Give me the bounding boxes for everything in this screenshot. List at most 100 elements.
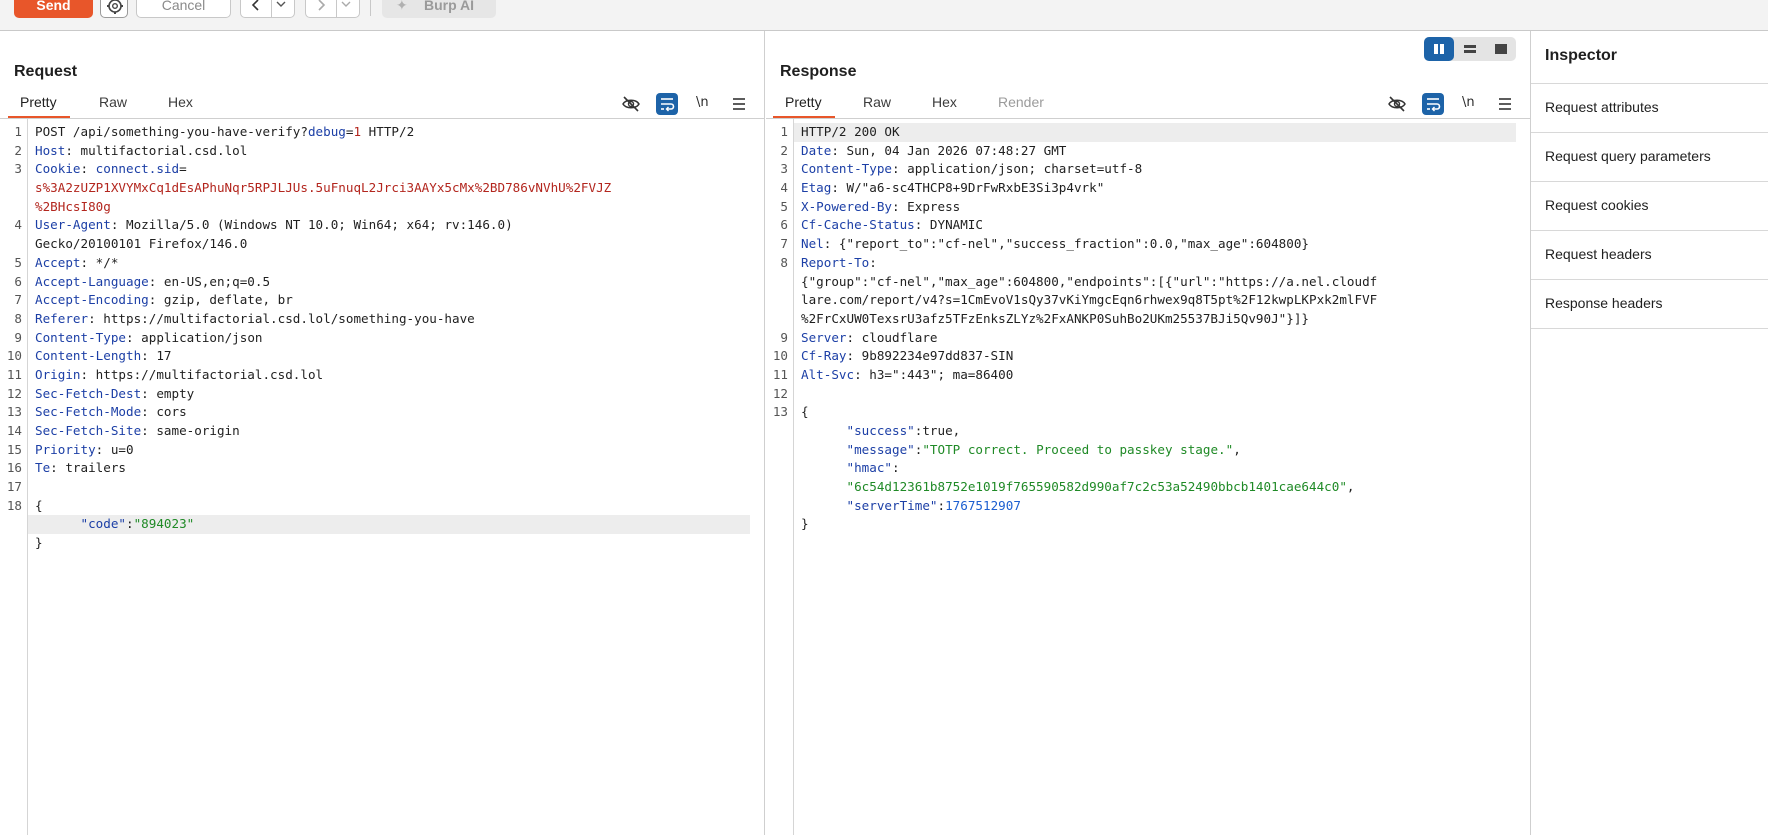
line-text: Sec-Fetch-Site: same-origin xyxy=(35,422,240,441)
code-token: : xyxy=(869,254,877,270)
code-line: %2BHcsI80g xyxy=(0,198,764,217)
panel-divider[interactable] xyxy=(764,31,765,835)
code-token: : multifactorial.csd.lol xyxy=(65,142,248,158)
line-number: 2 xyxy=(14,142,22,158)
tab-render[interactable]: Render xyxy=(998,94,1044,110)
tab-pretty[interactable]: Pretty xyxy=(785,94,822,110)
code-token: "serverTime" xyxy=(846,497,938,513)
code-token: %2FrCxUW0TexsrU3afz5TFzEnksZLYz%2FxANKP0… xyxy=(801,310,1309,326)
layout-side-by-side-button[interactable] xyxy=(1424,37,1454,61)
code-token: Report-To xyxy=(801,254,870,270)
code-token: : {"report_to":"cf-nel","success_fractio… xyxy=(823,236,1310,252)
tab-hex[interactable]: Hex xyxy=(932,94,957,110)
line-number: 10 xyxy=(6,348,22,364)
line-number: 12 xyxy=(6,385,22,401)
word-wrap-button[interactable] xyxy=(656,93,678,115)
chevron-left-icon xyxy=(251,0,259,11)
layout-stacked-button[interactable] xyxy=(1455,37,1485,61)
code-token: Accept xyxy=(35,254,81,270)
code-token: Cf-Cache-Status xyxy=(801,217,915,233)
line-number: 11 xyxy=(772,366,788,382)
code-token: : xyxy=(937,497,946,513)
code-line: 11 Origin: https://multifactorial.csd.lol xyxy=(0,366,764,385)
tab-raw[interactable]: Raw xyxy=(99,94,127,110)
response-editor[interactable]: 1 HTTP/2 200 OK 2 Date: Sun, 04 Jan 2026 07… xyxy=(766,119,1530,835)
inspector-item[interactable]: Request cookies xyxy=(1531,181,1768,230)
line-text: %2BHcsI80g xyxy=(35,198,111,217)
line-text: s%3A2zUZP1XVYMxCq1dEsAPhuNqr5RPJLJUs.5uF… xyxy=(35,179,611,198)
line-text: Alt-Svc: h3=":443"; ma=86400 xyxy=(801,366,1013,385)
send-button[interactable]: Send xyxy=(14,0,93,18)
code-line: 15 Priority: u=0 xyxy=(0,441,764,460)
code-line: 1 POST /api/something-you-have-verify?deb… xyxy=(0,123,764,142)
code-token: Accept-Encoding xyxy=(35,292,149,308)
inspector-item[interactable]: Request query parameters xyxy=(1531,132,1768,181)
code-token: : 9b892234e97dd837-SIN xyxy=(846,348,1014,364)
line-text: Cf-Ray: 9b892234e97dd837-SIN xyxy=(801,347,1013,366)
request-editor[interactable]: 1 POST /api/something-you-have-verify?deb… xyxy=(0,119,764,835)
code-token: , xyxy=(1346,479,1355,495)
code-token: Content-Length xyxy=(35,348,142,364)
code-token: = xyxy=(179,161,187,177)
request-code: 1 POST /api/something-you-have-verify?deb… xyxy=(0,123,764,553)
hide-nonprinting-button[interactable] xyxy=(620,93,642,115)
tab-raw[interactable]: Raw xyxy=(863,94,891,110)
code-token: : DYNAMIC xyxy=(914,217,983,233)
code-line: 10 Cf-Ray: 9b892234e97dd837-SIN xyxy=(766,347,1530,366)
code-line: 5 Accept: */* xyxy=(0,254,764,273)
settings-button[interactable] xyxy=(100,0,128,18)
line-number: 11 xyxy=(6,366,22,382)
code-line: 7 Nel: {"report_to":"cf-nel","success_fra… xyxy=(766,235,1530,254)
inspector-item-label: Response headers xyxy=(1545,295,1663,311)
tab-hex[interactable]: Hex xyxy=(168,94,193,110)
newline-toggle[interactable]: \n xyxy=(1462,95,1475,110)
newline-toggle[interactable]: \n xyxy=(696,95,709,110)
code-token: Priority xyxy=(35,441,96,457)
code-token: : 17 xyxy=(141,348,172,364)
menu-button[interactable] xyxy=(1494,93,1516,115)
code-token: , xyxy=(1233,441,1241,457)
menu-button[interactable] xyxy=(728,93,750,115)
line-text: { xyxy=(35,497,43,516)
code-line: 10 Content-Length: 17 xyxy=(0,347,764,366)
code-token: Host xyxy=(35,142,66,158)
inspector-item[interactable]: Request attributes xyxy=(1531,83,1768,132)
line-number: 18 xyxy=(6,497,22,513)
cancel-button[interactable]: Cancel xyxy=(136,0,231,18)
word-wrap-button[interactable] xyxy=(1422,93,1444,115)
inspector-item[interactable]: Response headers xyxy=(1531,279,1768,328)
code-line: 4 Etag: W/"a6-sc4THCP8+9DrFwRxbE3Si3p4vrk… xyxy=(766,179,1530,198)
code-token: X-Powered-By xyxy=(801,198,892,214)
back-button[interactable] xyxy=(241,0,272,17)
line-number: 1 xyxy=(14,124,22,139)
layout-tabs-button[interactable] xyxy=(1486,37,1516,61)
line-text: Etag: W/"a6-sc4THCP8+9DrFwRxbE3Si3p4vrk" xyxy=(801,179,1104,198)
code-line: 18 { xyxy=(0,497,764,516)
burp-ai-button[interactable]: ✦ Burp AI xyxy=(382,0,496,18)
tab-pretty[interactable]: Pretty xyxy=(20,94,57,110)
forward-button[interactable] xyxy=(306,0,337,17)
code-token: : application/json xyxy=(126,329,263,345)
code-token: { xyxy=(801,404,809,420)
line-text: Nel: {"report_to":"cf-nel","success_frac… xyxy=(801,235,1309,254)
line-number: 5 xyxy=(780,198,788,214)
response-panel: Response Pretty Raw Hex Render \n 1 HTTP/… xyxy=(766,31,1530,835)
request-editor-actions: \n xyxy=(620,93,760,115)
inspector-item-label: Request cookies xyxy=(1545,197,1649,213)
code-token: : https://multifactorial.csd.lol xyxy=(80,366,324,382)
forward-dropdown-button[interactable] xyxy=(337,0,355,17)
inspector-item[interactable]: Request headers xyxy=(1531,230,1768,279)
line-number: 3 xyxy=(14,161,22,177)
code-line: "serverTime":1767512907 xyxy=(766,497,1530,516)
back-dropdown-button[interactable] xyxy=(272,0,290,17)
hide-nonprinting-button[interactable] xyxy=(1386,93,1408,115)
hamburger-icon xyxy=(1499,98,1511,110)
gear-icon xyxy=(107,0,123,14)
line-number: 2 xyxy=(780,142,788,158)
history-forward-group xyxy=(305,0,360,18)
rows-icon xyxy=(1464,45,1476,53)
response-title: Response xyxy=(780,63,857,80)
